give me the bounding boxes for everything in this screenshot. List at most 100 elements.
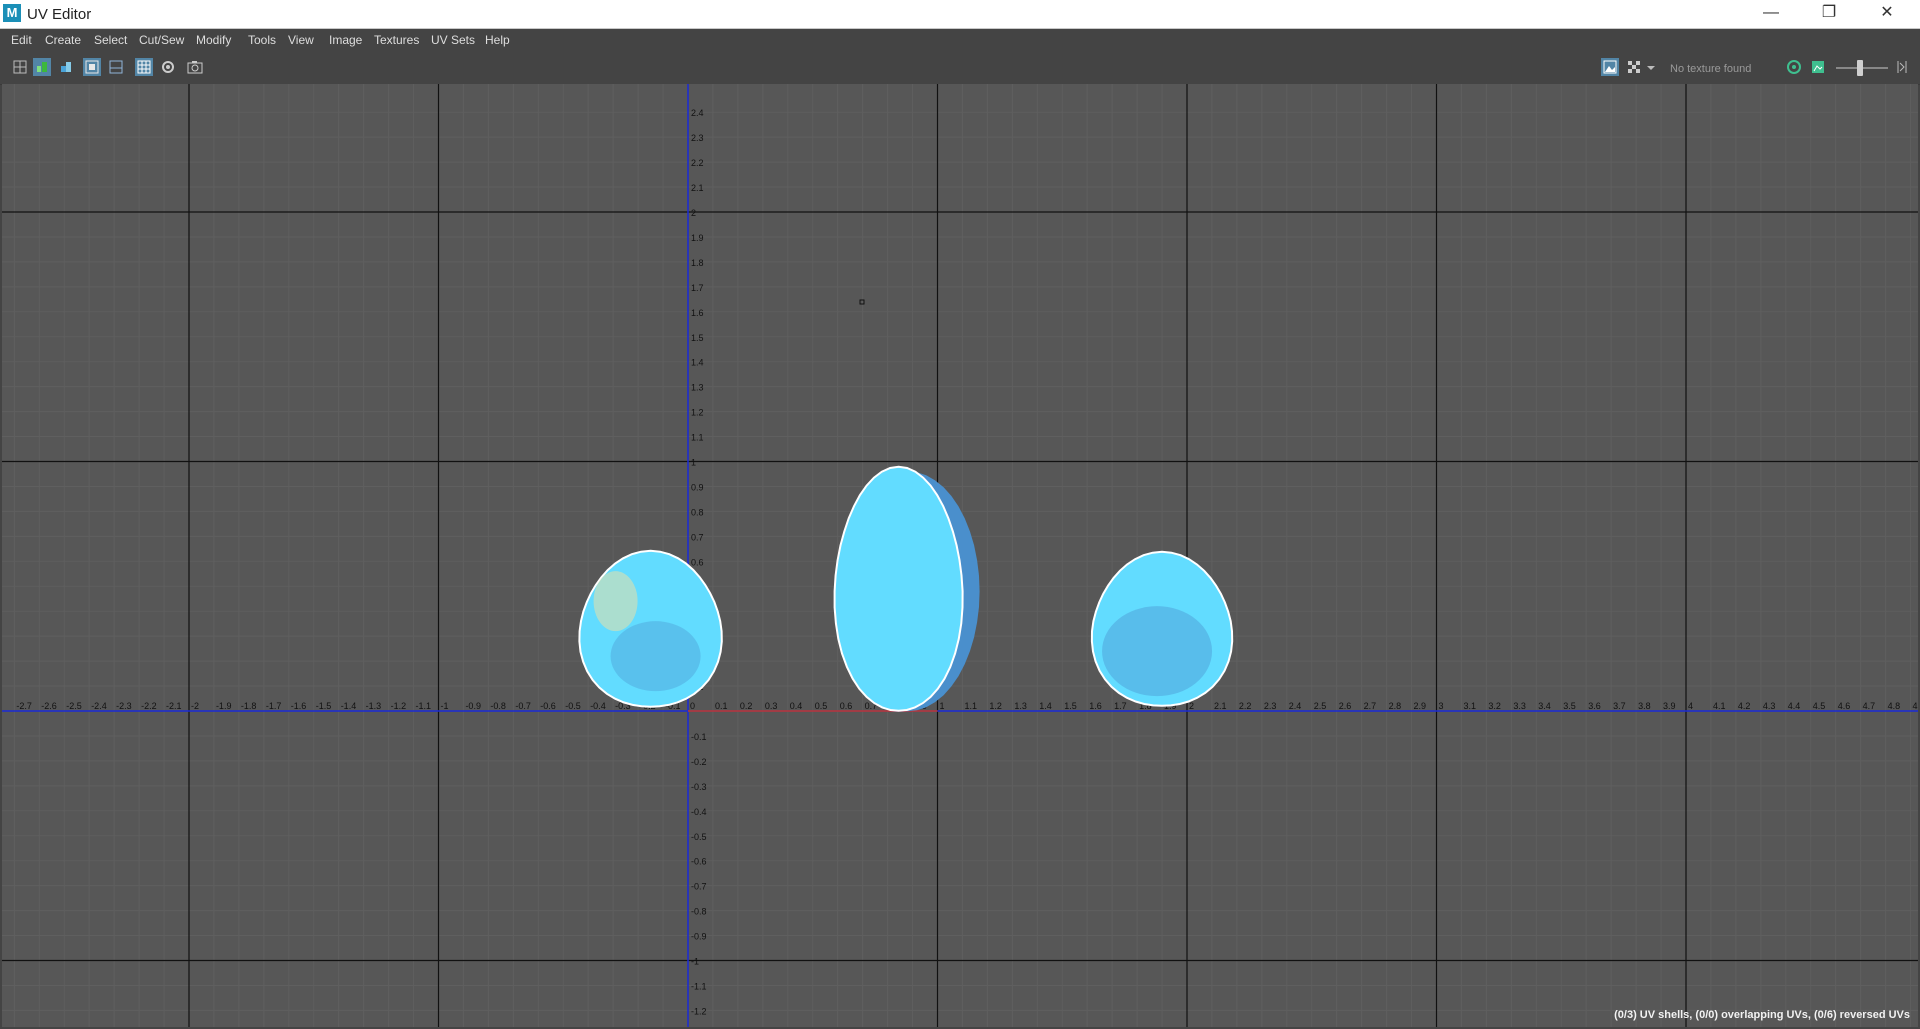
snap-pixels-icon[interactable] bbox=[159, 58, 177, 76]
uv-viewport[interactable]: -2.7 -2.6 -2.5 -2.4 -2.3 -2.2 -2.1 -2 -1.9 -1.8 -1… bbox=[2, 84, 1918, 1027]
u-tick-label: 1.1 bbox=[964, 701, 977, 711]
u-tick-label: 2.8 bbox=[1389, 701, 1402, 711]
menu-bar: Edit Create Select Cut/Sew Modify Tools … bbox=[0, 29, 1920, 51]
checker-tiles-icon[interactable] bbox=[1625, 58, 1643, 76]
u-tick-label: 4.6 bbox=[1838, 701, 1851, 711]
v-tick-label: -0.1 bbox=[691, 732, 707, 742]
u-tick-label: -1.9 bbox=[216, 701, 232, 711]
menu-edit[interactable]: Edit bbox=[11, 33, 32, 47]
uv-shaded-icon[interactable] bbox=[57, 58, 75, 76]
menu-create[interactable]: Create bbox=[45, 33, 81, 47]
close-button[interactable]: ✕ bbox=[1858, 0, 1916, 28]
u-tick-label: 4.2 bbox=[1738, 701, 1751, 711]
u-tick-label: -0.5 bbox=[565, 701, 581, 711]
uv-grid-icon[interactable] bbox=[11, 58, 29, 76]
u-tick-label: 2.4 bbox=[1289, 701, 1302, 711]
v-tick-label: -0.8 bbox=[691, 907, 707, 917]
uv-checker-icon[interactable] bbox=[83, 58, 101, 76]
close-icon: ✕ bbox=[1880, 4, 1894, 21]
v-tick-label: -1 bbox=[691, 957, 699, 967]
dropdown-arrow-icon[interactable] bbox=[1645, 58, 1657, 76]
exposure-slider-handle[interactable] bbox=[1857, 60, 1863, 76]
u-tick-label: 0.5 bbox=[815, 701, 828, 711]
v-tick-label: -1.1 bbox=[691, 981, 707, 991]
u-tick-label: -1.2 bbox=[391, 701, 407, 711]
u-tick-label: 2.7 bbox=[1364, 701, 1377, 711]
u-tick-label: 3.5 bbox=[1563, 701, 1576, 711]
menu-uv-sets[interactable]: UV Sets bbox=[431, 33, 475, 47]
u-tick-label: 4.1 bbox=[1713, 701, 1726, 711]
u-tick-label: 1 bbox=[940, 701, 945, 711]
menu-cut-sew[interactable]: Cut/Sew bbox=[139, 33, 184, 47]
u-tick-label: 0 bbox=[690, 701, 695, 711]
window-title: UV Editor bbox=[27, 6, 92, 23]
v-tick-label: 1.4 bbox=[691, 358, 704, 368]
menu-select[interactable]: Select bbox=[94, 33, 127, 47]
u-tick-label: 3.6 bbox=[1588, 701, 1601, 711]
u-tick-label: 0.3 bbox=[765, 701, 778, 711]
uv-grid-toggle-icon[interactable] bbox=[135, 58, 153, 76]
texture-status-label: No texture found bbox=[1670, 63, 1752, 75]
restore-icon: ❐ bbox=[1821, 4, 1837, 21]
left-ear-shading bbox=[610, 621, 701, 692]
uv-distort-shader-icon[interactable] bbox=[33, 58, 51, 76]
v-tick-label: -0.9 bbox=[691, 932, 707, 942]
menu-modify[interactable]: Modify bbox=[196, 33, 231, 47]
u-tick-label: -2.7 bbox=[16, 701, 32, 711]
v-tick-label: 2.4 bbox=[691, 108, 704, 118]
menu-tools[interactable]: Tools bbox=[248, 33, 276, 47]
expand-panel-icon[interactable] bbox=[1894, 58, 1910, 76]
menu-textures[interactable]: Textures bbox=[374, 33, 419, 47]
snapshot-camera-icon[interactable] bbox=[186, 58, 204, 76]
u-tick-label: 4.7 bbox=[1863, 701, 1876, 711]
v-tick-label: -0.6 bbox=[691, 857, 707, 867]
u-tick-label: 3.2 bbox=[1488, 701, 1501, 711]
uv-canvas[interactable]: -2.7 -2.6 -2.5 -2.4 -2.3 -2.2 -2.1 -2 -1.9 -1.8 -1… bbox=[2, 84, 1918, 1027]
u-tick-label: -1.5 bbox=[316, 701, 332, 711]
uv-border-icon[interactable] bbox=[107, 58, 125, 76]
u-tick-label: 4 bbox=[1688, 701, 1693, 711]
u-tick-label: -0.7 bbox=[515, 701, 531, 711]
u-tick-label: 2.1 bbox=[1214, 701, 1227, 711]
u-tick-label: 3.8 bbox=[1638, 701, 1651, 711]
u-tick-label: 1.7 bbox=[1114, 701, 1127, 711]
menu-view[interactable]: View bbox=[288, 33, 314, 47]
u-tick-label: 1.4 bbox=[1039, 701, 1052, 711]
u-tick-label: -2.4 bbox=[91, 701, 107, 711]
menu-help[interactable]: Help bbox=[485, 33, 510, 47]
minimize-icon: — bbox=[1763, 4, 1779, 21]
restore-button[interactable]: ❐ bbox=[1800, 0, 1858, 28]
u-tick-label: 4.8 bbox=[1888, 701, 1901, 711]
v-tick-label: -0.3 bbox=[691, 782, 707, 792]
u-tick-label: 3.7 bbox=[1613, 701, 1626, 711]
v-tick-label: 1.1 bbox=[691, 433, 704, 443]
menu-image[interactable]: Image bbox=[329, 33, 362, 47]
v-tick-label: 1.2 bbox=[691, 408, 704, 418]
uv-status-line: (0/3) UV shells, (0/0) overlapping UVs, … bbox=[1614, 1009, 1910, 1021]
u-tick-label: -1.7 bbox=[266, 701, 282, 711]
gamma-icon[interactable] bbox=[1809, 58, 1827, 76]
u-tick-label: -2.3 bbox=[116, 701, 132, 711]
u-tick-label: 2.2 bbox=[1239, 701, 1252, 711]
minimize-button[interactable]: — bbox=[1742, 0, 1800, 28]
maya-logo-icon: M bbox=[3, 4, 21, 22]
u-tick-label: -2.1 bbox=[166, 701, 182, 711]
v-tick-label: 0.7 bbox=[691, 532, 704, 542]
v-tick-label: -0.5 bbox=[691, 832, 707, 842]
image-display-icon[interactable] bbox=[1601, 58, 1619, 76]
u-tick-label: 4.5 bbox=[1813, 701, 1826, 711]
v-tick-label: -0.4 bbox=[691, 807, 707, 817]
v-tick-label: 0.8 bbox=[691, 507, 704, 517]
u-tick-label: 3.4 bbox=[1538, 701, 1551, 711]
u-tick-label: 1.3 bbox=[1014, 701, 1027, 711]
u-tick-label: -1.6 bbox=[291, 701, 307, 711]
u-tick-label: -0.6 bbox=[540, 701, 556, 711]
exposure-icon[interactable] bbox=[1785, 58, 1803, 76]
u-tick-label: 1.5 bbox=[1064, 701, 1077, 711]
uv-editor-window: M UV Editor — ❐ ✕ Edit Create Select Cut… bbox=[0, 0, 1920, 1029]
u-tick-label: 0.2 bbox=[740, 701, 753, 711]
u-tick-label: 3.3 bbox=[1513, 701, 1526, 711]
u-tick-label: 2.6 bbox=[1339, 701, 1352, 711]
u-tick-label: 4.3 bbox=[1763, 701, 1776, 711]
u-tick-label: -0.8 bbox=[490, 701, 506, 711]
